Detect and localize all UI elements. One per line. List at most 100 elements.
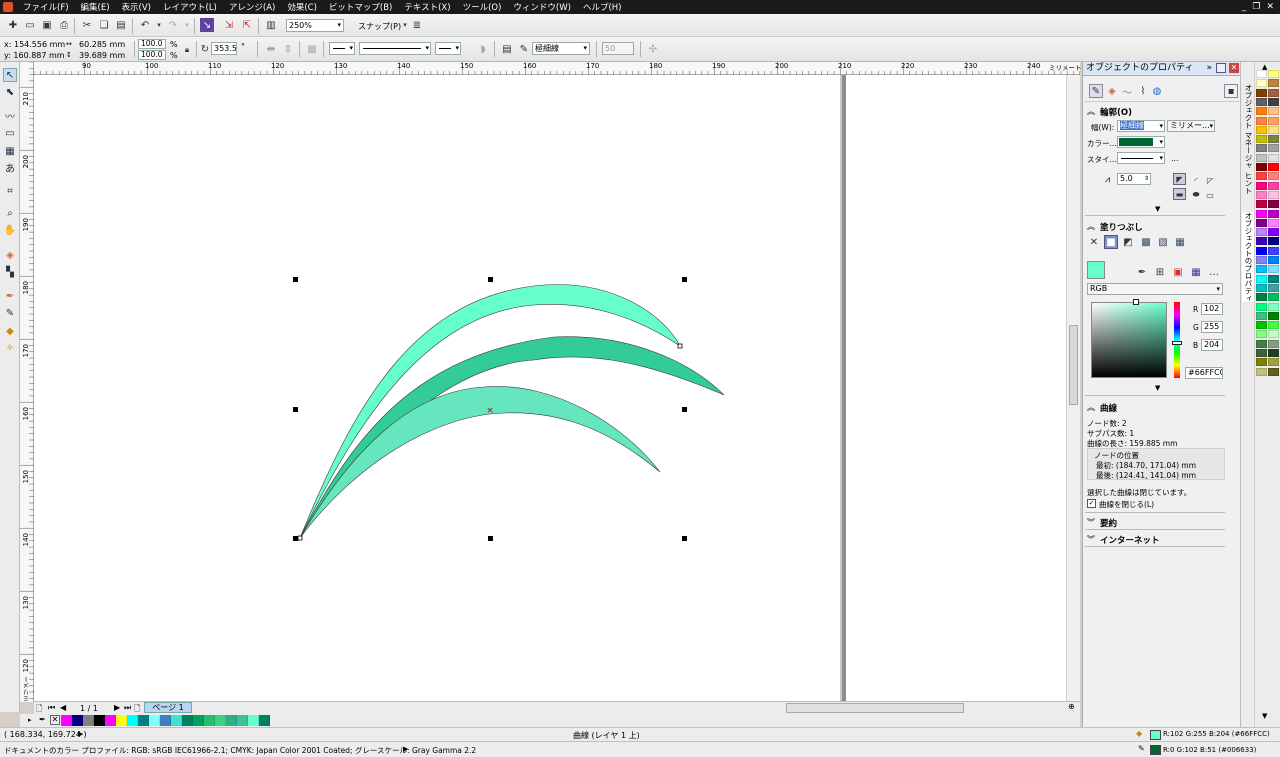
color-swatch[interactable] [237,715,248,726]
new-document-icon[interactable]: ✚ [6,18,20,32]
palette-swatch[interactable] [1268,172,1279,181]
palette-swatch[interactable] [1268,274,1279,283]
navigator-icon[interactable]: ⊕ [1068,702,1075,711]
selection-handle-ne[interactable] [682,277,687,282]
drawing-canvas[interactable]: × [34,75,1080,701]
palette-swatch[interactable] [1256,302,1267,311]
palette-swatch[interactable] [1256,125,1267,134]
horizontal-scrollbar[interactable] [786,703,964,713]
palette-swatch[interactable] [1268,349,1279,357]
palette-swatch[interactable] [1268,97,1279,106]
palette-swatch[interactable] [1256,256,1267,264]
palette-down-icon[interactable]: ▼ [1262,712,1267,720]
palette-swatch[interactable] [1268,107,1279,116]
palette-swatch[interactable] [1268,302,1279,311]
tab-object-manager[interactable]: オブジェクト マネージャ [1242,84,1254,169]
palette-swatch[interactable] [1268,116,1279,125]
color-swatch[interactable] [215,715,226,726]
menu-help[interactable]: ヘルプ(H) [577,1,628,13]
fountain-fill-icon[interactable]: ◩ [1121,235,1135,249]
outline-wrap-icon[interactable]: ▤ [500,42,514,56]
selection-handle-w[interactable] [293,407,298,412]
search-content-icon[interactable]: ↘ [200,18,214,32]
palette-swatch[interactable] [1256,237,1267,246]
palette-swatch[interactable] [1256,265,1267,274]
palette-swatch[interactable] [1256,358,1267,367]
y-position[interactable]: y: 160.887 mm [4,51,65,60]
palette-swatch[interactable] [1256,153,1267,162]
palette-swatch[interactable] [1256,88,1267,97]
hue-slider-thumb[interactable] [1172,341,1182,345]
expand-fill-icon[interactable]: ▼ [1155,384,1160,392]
palette-swatch[interactable] [1268,218,1279,227]
palette-swatch[interactable] [1268,256,1279,264]
no-fill-icon[interactable]: ✕ [1087,235,1101,249]
palette-swatch[interactable] [1268,190,1279,199]
color-model-select[interactable]: RGB ▾ [1087,283,1223,295]
mirror-horizontal-icon[interactable]: ⇹ [264,42,278,56]
close-curve-checkbox[interactable]: ✓ [1087,499,1096,508]
palette-swatch[interactable] [1268,200,1279,209]
palette-swatch[interactable] [1268,181,1279,190]
vertical-ruler[interactable]: 210 200 190 180 170 160 150 140 130 120 … [20,62,41,702]
internet-section-header[interactable]: インターネット [1100,534,1160,546]
curve-tab-icon[interactable]: ⌇ [1136,84,1150,98]
node-start-marker[interactable] [297,535,303,541]
reduce-nodes-icon[interactable]: ✣ [646,42,660,56]
smoothness-input[interactable]: 50 [602,42,634,55]
color-swatch[interactable] [149,715,160,726]
palette-swatch[interactable] [1268,144,1279,153]
selection-handle-sw[interactable] [293,536,298,541]
palette-swatch[interactable] [1268,153,1279,162]
selection-handle-nw[interactable] [293,277,298,282]
color-swatch[interactable] [127,715,138,726]
collapse-fill-icon[interactable]: ︽ [1087,221,1095,232]
docker-minimize-icon[interactable] [1216,63,1226,73]
palette-swatch[interactable] [1256,79,1267,88]
color-swatch[interactable] [72,715,83,726]
palette-swatch[interactable] [1268,265,1279,274]
more-fill-options-icon[interactable]: … [1207,265,1221,279]
shape-tool-icon[interactable]: ⬉ [3,85,17,99]
color-swatch[interactable] [83,715,94,726]
color-swatch[interactable] [160,715,171,726]
palette-swatch[interactable] [1268,228,1279,237]
fill-color-swatch[interactable] [1150,730,1161,740]
color-viewer-icon[interactable]: ▣ [1171,265,1185,279]
palette-swatch[interactable] [1268,79,1279,88]
palette-swatch[interactable] [1268,135,1279,144]
palette-swatch[interactable] [1256,209,1267,218]
collapse-curve-icon[interactable]: ︽ [1087,402,1095,413]
fill-tab-icon[interactable]: ◈ [1105,84,1119,98]
restore-icon[interactable]: ❐ [1252,2,1260,12]
copy-icon[interactable]: ❏ [97,18,111,32]
freehand-tool-icon[interactable]: 〰 [3,108,17,123]
palette-swatch[interactable] [1256,321,1267,330]
transparency-tab-icon[interactable]: 〜 [1120,84,1134,99]
palette-swatch[interactable] [1256,200,1267,209]
paste-icon[interactable]: ▤ [114,18,128,32]
horizontal-ruler[interactable]: 90 100 110 120 130 140 150 160 170 180 1… [34,62,1088,75]
prev-page-icon[interactable]: ◀ [60,703,66,712]
menu-text[interactable]: テキスト(X) [398,1,456,13]
palette-swatch[interactable] [1256,339,1267,348]
zoom-tool-icon[interactable]: ⌕ [3,206,17,220]
color-swatch[interactable] [138,715,149,726]
summary-section-header[interactable]: 要約 [1100,517,1117,529]
palette-swatch[interactable] [1268,321,1279,330]
selection-handle-n[interactable] [488,277,493,282]
color-swatch[interactable] [116,715,127,726]
corner-round-icon[interactable]: ◜ [1189,173,1203,187]
palette-swatch[interactable] [1268,330,1279,339]
start-arrowhead-select[interactable]: ▾ [329,42,355,55]
outline-color-picker[interactable]: ▾ [1117,136,1165,148]
docker-close-icon[interactable]: ✕ [1229,63,1239,73]
pick-tool-icon[interactable]: ↖ [3,68,17,82]
palette-swatch[interactable] [1256,367,1267,376]
outline-width-select[interactable]: 極細線 ▾ [532,42,590,55]
tab-object-properties[interactable]: オブジェクトのプロパティ [1242,212,1254,302]
first-page-icon[interactable]: ⏮ [48,703,55,713]
application-launcher-icon[interactable]: ▥ [264,18,278,32]
menu-effects[interactable]: 効果(C) [281,1,323,13]
selection-handle-s[interactable] [488,536,493,541]
